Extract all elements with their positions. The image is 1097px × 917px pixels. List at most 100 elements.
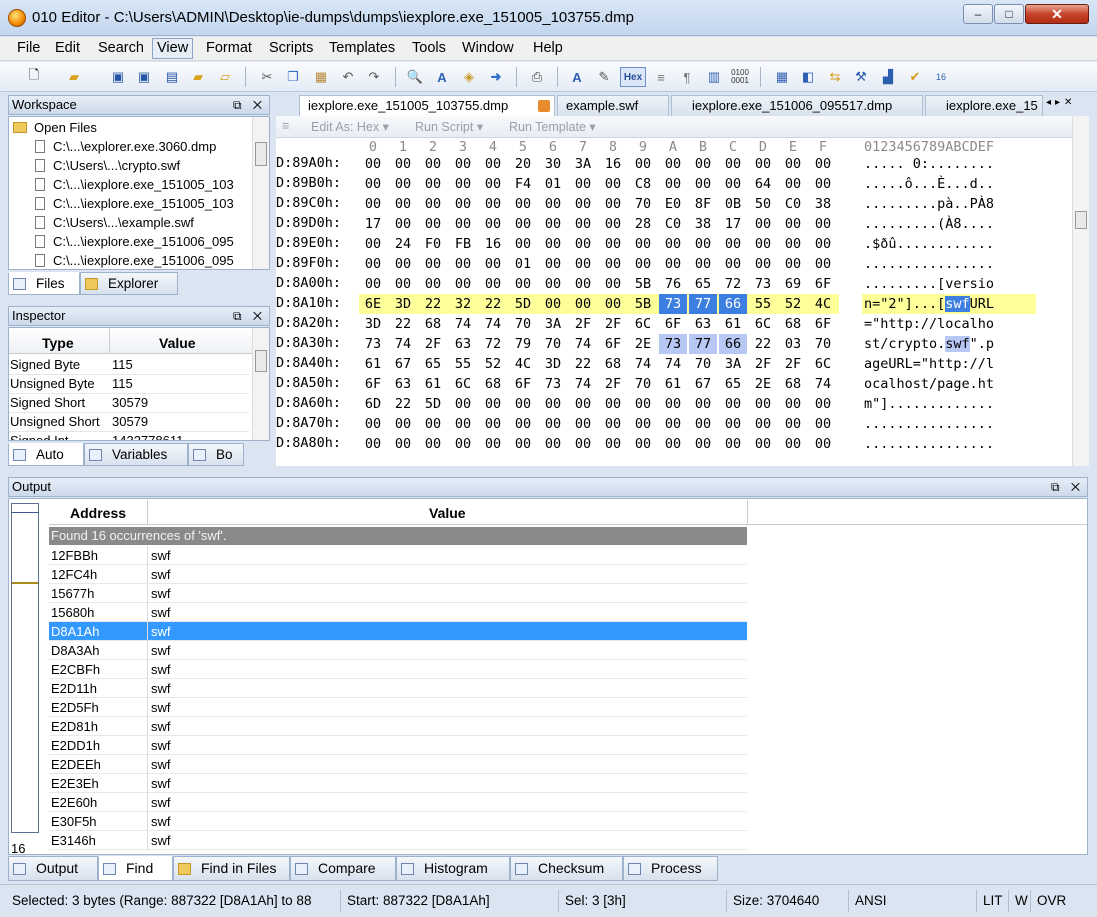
hex-byte[interactable]: 24 xyxy=(389,234,417,254)
ascii-text[interactable]: ageURL="http://l xyxy=(864,354,994,374)
find-icon[interactable]: 🔍 xyxy=(405,67,425,87)
hex-byte[interactable]: 00 xyxy=(779,434,807,454)
status-lit[interactable]: LIT xyxy=(976,890,1008,912)
hex-byte[interactable]: 63 xyxy=(389,374,417,394)
hex-byte[interactable]: 6C xyxy=(449,374,477,394)
find-in-files-icon[interactable]: ◈ xyxy=(459,67,479,87)
hex-byte[interactable]: 00 xyxy=(449,394,477,414)
hex-byte[interactable]: 00 xyxy=(569,414,597,434)
hex-byte[interactable]: 74 xyxy=(659,354,687,374)
hex-byte[interactable]: C0 xyxy=(659,214,687,234)
hex-byte[interactable]: 00 xyxy=(689,254,717,274)
hex-byte[interactable]: 00 xyxy=(389,156,417,174)
result-row[interactable]: 12FC4h swf xyxy=(49,565,747,584)
new-file-icon[interactable]: 🗋 xyxy=(24,67,44,87)
hex-byte[interactable]: 66 xyxy=(719,294,747,314)
hex-row[interactable]: D:89F0h: 00 00 00 00 00 01 00 00 00 00 00 00 00 00 00 00… xyxy=(276,254,1066,274)
menu-scripts[interactable]: Scripts xyxy=(269,40,313,56)
hex-byte[interactable]: 2F xyxy=(599,314,627,334)
hex-byte[interactable]: 73 xyxy=(539,374,567,394)
hex-byte[interactable]: 00 xyxy=(809,156,837,174)
hex-byte[interactable]: 00 xyxy=(809,214,837,234)
menu-format[interactable]: Format xyxy=(206,40,252,56)
hex-byte[interactable]: 00 xyxy=(809,434,837,454)
open-recent-icon[interactable]: ▰ xyxy=(188,67,208,87)
hex-byte[interactable]: 00 xyxy=(359,174,387,194)
hex-byte[interactable]: 00 xyxy=(569,294,597,314)
result-row[interactable]: 15680h swf xyxy=(49,603,747,622)
hex-byte[interactable]: 68 xyxy=(779,374,807,394)
hex-byte[interactable]: 00 xyxy=(419,194,447,214)
ascii-text[interactable]: .........(À8.... xyxy=(864,214,994,234)
hex-row[interactable]: D:89E0h: 00 24 F0 FB 16 00 00 00 00 00 00 00 00 00 00 00… xyxy=(276,234,1066,254)
hex-byte[interactable]: 00 xyxy=(569,274,597,294)
inspector-icon[interactable]: ◧ xyxy=(798,67,818,87)
hex-row[interactable]: D:8A00h: 00 00 00 00 00 00 00 00 00 5B 76 65 72 73 69 6F… xyxy=(276,274,1066,294)
maximize-button[interactable]: □ xyxy=(994,4,1024,24)
hex-byte[interactable]: 00 xyxy=(689,394,717,414)
hex-byte[interactable]: 00 xyxy=(809,414,837,434)
hex-byte[interactable]: 30 xyxy=(539,156,567,174)
hex-byte[interactable]: 00 xyxy=(359,156,387,174)
hex-byte[interactable]: 70 xyxy=(629,194,657,214)
hex-row[interactable]: D:8A20h: 3D 22 68 74 74 70 3A 2F 2F 6C 6F 63 61 6C 68 6F… xyxy=(276,314,1066,334)
hex-menu-icon[interactable]: ≡ xyxy=(282,119,289,133)
hex-byte[interactable]: 38 xyxy=(689,214,717,234)
hex-byte[interactable]: 00 xyxy=(359,194,387,214)
tab-explorer[interactable]: Explorer xyxy=(80,272,178,295)
tab-files[interactable]: Files xyxy=(8,272,80,295)
calculator-icon[interactable]: ▦ xyxy=(772,67,792,87)
hex-byte[interactable]: 00 xyxy=(569,234,597,254)
hex-byte[interactable]: 22 xyxy=(389,394,417,414)
panel-controls[interactable]: ⧉ ✕ xyxy=(233,307,266,325)
hex-byte[interactable]: 00 xyxy=(749,156,777,174)
hex-byte[interactable]: 00 xyxy=(719,434,747,454)
save-icon[interactable]: ▣ xyxy=(108,67,128,87)
highlight-icon[interactable]: ✎ xyxy=(594,67,614,87)
hex-byte[interactable]: 00 xyxy=(419,414,447,434)
tree-file-item[interactable]: C:\...\explorer.exe.3060.dmp xyxy=(35,139,216,158)
hex-byte[interactable]: 4C xyxy=(809,294,837,314)
hex-byte[interactable]: 0B xyxy=(719,194,747,214)
hex-byte[interactable]: 2F xyxy=(419,334,447,354)
hex-byte[interactable]: 00 xyxy=(599,234,627,254)
hex-byte[interactable]: 00 xyxy=(719,234,747,254)
ascii-text[interactable]: .........pà..PÀ8 xyxy=(864,194,994,214)
hex-byte[interactable]: 6F xyxy=(509,374,537,394)
hex-byte[interactable]: 2E xyxy=(749,374,777,394)
hex-byte[interactable]: 01 xyxy=(539,174,567,194)
tab-doc-active[interactable]: iexplore.exe_151005_103755.dmp xyxy=(299,95,555,117)
hex-byte[interactable]: 00 xyxy=(809,234,837,254)
ascii-text[interactable]: st/crypto.swf".p xyxy=(864,334,994,354)
hex-byte[interactable]: 00 xyxy=(539,294,567,314)
result-row[interactable]: E2D81h swf xyxy=(49,717,747,736)
result-row[interactable]: E30F5h swf xyxy=(49,812,747,831)
hex-byte[interactable]: 00 xyxy=(749,394,777,414)
tab-doc[interactable]: example.swf xyxy=(557,95,669,117)
hex-byte[interactable]: 65 xyxy=(719,374,747,394)
hex-byte[interactable]: 00 xyxy=(359,434,387,454)
hex-byte[interactable]: 00 xyxy=(599,174,627,194)
copy-icon[interactable]: ❐ xyxy=(283,67,303,87)
ascii-match[interactable]: swf xyxy=(945,296,970,312)
hex-byte[interactable]: 00 xyxy=(719,156,747,174)
hex-byte[interactable]: 00 xyxy=(569,394,597,414)
hex-byte[interactable]: 00 xyxy=(659,394,687,414)
hex-byte[interactable]: 00 xyxy=(629,434,657,454)
tree-file-item[interactable]: C:\Users\...\crypto.swf xyxy=(35,158,180,177)
ascii-text[interactable]: .$ðû............ xyxy=(864,234,994,254)
hex-byte[interactable]: 00 xyxy=(479,274,507,294)
hex-byte[interactable]: 00 xyxy=(449,254,477,274)
ascii-text[interactable]: .........[versio xyxy=(864,274,994,294)
hex-byte[interactable]: 00 xyxy=(719,254,747,274)
hex-byte[interactable]: 55 xyxy=(449,354,477,374)
menu-help[interactable]: Help xyxy=(533,40,563,56)
hex-byte[interactable]: 00 xyxy=(629,254,657,274)
hex-byte[interactable]: 00 xyxy=(419,274,447,294)
ascii-text[interactable]: .....ô...È...d.. xyxy=(864,174,994,194)
ascii-text[interactable]: n="2"]...[swfURL xyxy=(864,294,994,314)
hex-byte[interactable]: 00 xyxy=(599,394,627,414)
inspector-scrollbar[interactable] xyxy=(252,328,269,440)
hex-byte[interactable]: 3D xyxy=(359,314,387,334)
hex-byte[interactable]: C8 xyxy=(629,174,657,194)
